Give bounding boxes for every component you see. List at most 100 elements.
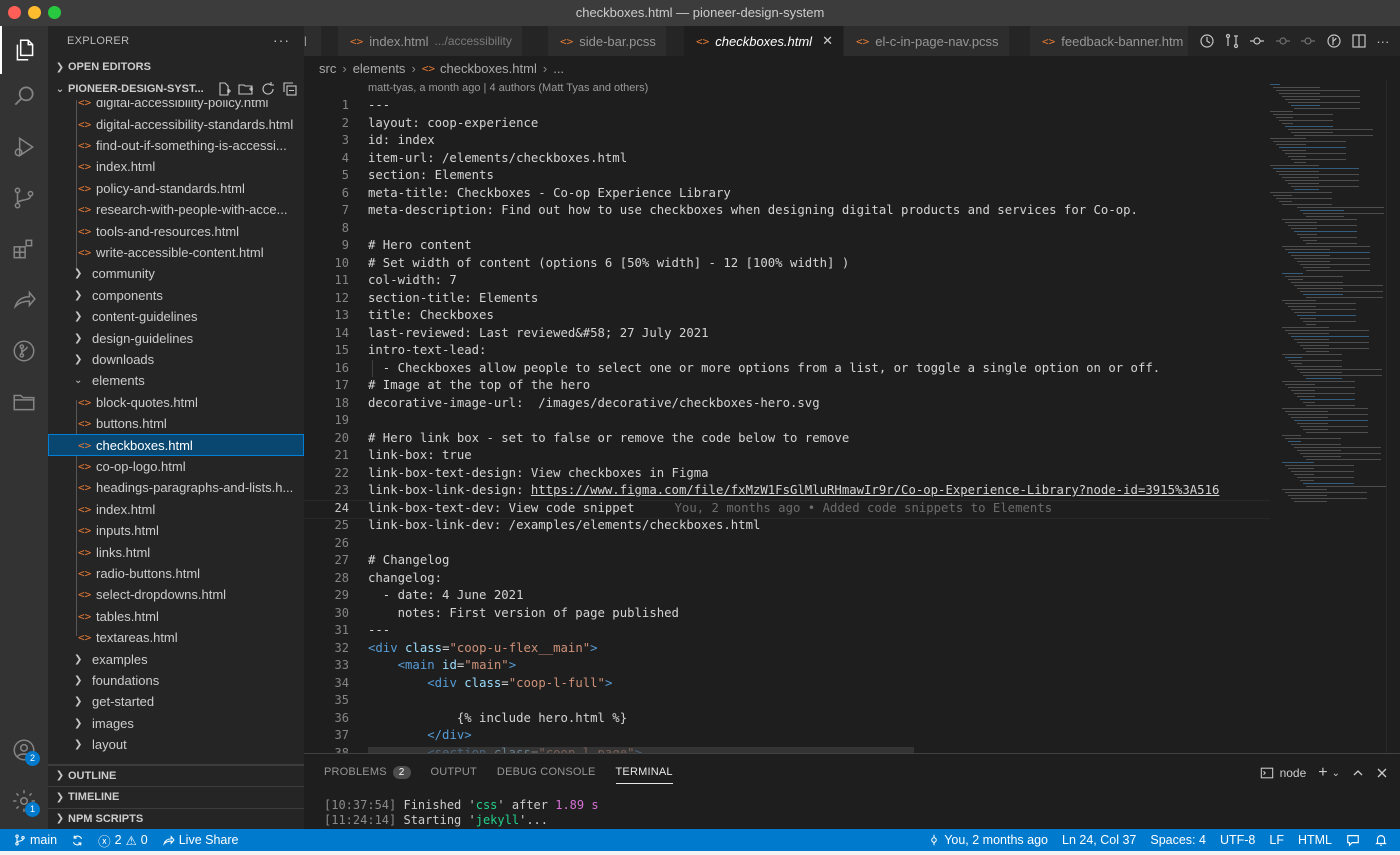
tree-folder-item[interactable]: ❯ foundations: [48, 670, 304, 691]
live-share-button[interactable]: Live Share: [155, 829, 246, 851]
vertical-scrollbar[interactable]: [1386, 80, 1400, 753]
breadcrumb-symbol[interactable]: ...: [553, 61, 564, 76]
tree-folder-item[interactable]: ❯ design-guidelines: [48, 327, 304, 348]
gitlens-toggle-icon[interactable]: [1326, 33, 1342, 49]
new-file-icon[interactable]: [216, 81, 232, 97]
gitlens-icon[interactable]: [0, 327, 48, 375]
tree-file-item[interactable]: <> headings-paragraphs-and-lists.h...: [48, 477, 304, 498]
code-line[interactable]: # Changelog: [368, 552, 1268, 570]
code-line[interactable]: - date: 4 June 2021: [368, 587, 1268, 605]
tree-folder-item[interactable]: ❯ community: [48, 263, 304, 284]
editor-tab[interactable]: <> feedback-banner.htm: [1030, 26, 1195, 56]
code-line[interactable]: # Image at the top of the hero: [368, 377, 1268, 395]
previous-revision-icon[interactable]: [1249, 33, 1265, 49]
settings-gear-icon[interactable]: 1: [0, 777, 48, 825]
outline-section[interactable]: ❯ OUTLINE: [48, 764, 304, 787]
tree-file-item[interactable]: <> textareas.html: [48, 627, 304, 648]
sync-icon[interactable]: [64, 829, 91, 851]
tree-file-item[interactable]: <> tools-and-resources.html: [48, 220, 304, 241]
code-line[interactable]: item-url: /elements/checkboxes.html: [368, 150, 1268, 168]
code-line[interactable]: section-title: Elements: [368, 290, 1268, 308]
tree-folder-item[interactable]: ❯ layout: [48, 734, 304, 755]
code-line[interactable]: last-reviewed: Last reviewed&#58; 27 Jul…: [368, 325, 1268, 343]
code-line[interactable]: layout: coop-experience: [368, 115, 1268, 133]
project-section[interactable]: ⌄ PIONEER-DESIGN-SYST...: [48, 78, 304, 100]
git-blame-status[interactable]: You, 2 months ago: [921, 829, 1055, 851]
commit-icon[interactable]: [1275, 33, 1291, 49]
code-line[interactable]: # Hero content: [368, 237, 1268, 255]
terminal-output[interactable]: [10:37:54] Finished 'css' after 1.89 s [1…: [324, 798, 599, 828]
tree-folder-item[interactable]: ❯ get-started: [48, 691, 304, 712]
compare-changes-icon[interactable]: [1224, 33, 1240, 49]
problems-indicator[interactable]: ⓧ 2 ⚠ 0: [91, 829, 155, 851]
editor-tab[interactable]: <> checkboxes.html ✕: [684, 26, 844, 56]
code-line[interactable]: decorative-image-url: /images/decorative…: [368, 395, 1268, 413]
project-manager-icon[interactable]: [0, 378, 48, 426]
tree-folder-item[interactable]: ❯ images: [48, 713, 304, 734]
code-line[interactable]: link-box: true: [368, 447, 1268, 465]
code-line[interactable]: {% include hero.html %}: [368, 710, 1268, 728]
code-line[interactable]: [368, 535, 1268, 553]
tree-file-item[interactable]: <> digital-accessibility-policy.html: [48, 100, 304, 113]
editor-tab[interactable]: <> el-c-in-page-nav.pcss: [844, 26, 1010, 56]
code-line[interactable]: col-width: 7: [368, 272, 1268, 290]
encoding[interactable]: UTF-8: [1213, 829, 1262, 851]
tree-folder-item[interactable]: ⌄ elements: [48, 370, 304, 391]
code-line[interactable]: # Set width of content (options 6 [50% w…: [368, 255, 1268, 273]
collapse-all-icon[interactable]: [282, 81, 298, 97]
language-mode[interactable]: HTML: [1291, 829, 1339, 851]
notifications-bell-icon[interactable]: [1367, 829, 1400, 851]
tree-folder-item[interactable]: ❯ components: [48, 285, 304, 306]
codelens-authors[interactable]: matt-tyas, a month ago | 4 authors (Matt…: [368, 82, 648, 94]
code-line[interactable]: </div>: [368, 727, 1268, 745]
code-line[interactable]: <div class="coop-u-flex__main">: [368, 640, 1268, 658]
tree-file-item[interactable]: <> block-quotes.html: [48, 392, 304, 413]
tree-folder-item[interactable]: ❯ examples: [48, 648, 304, 669]
code-link[interactable]: https://www.figma.com/file/fxMzW1FsGlMlu…: [531, 483, 1220, 497]
tab-problems[interactable]: PROBLEMS 2: [324, 754, 411, 790]
tree-file-item[interactable]: <> radio-buttons.html: [48, 563, 304, 584]
feedback-icon[interactable]: [1339, 829, 1367, 851]
code-line[interactable]: intro-text-lead:: [368, 342, 1268, 360]
code-line[interactable]: <div class="coop-l-full">: [368, 675, 1268, 693]
code-line[interactable]: # Hero link box - set to false or remove…: [368, 430, 1268, 448]
tree-file-item[interactable]: <> digital-accessibility-standards.html: [48, 113, 304, 134]
editor-tab[interactable]: <> side-bar.pcss: [548, 26, 667, 56]
search-icon[interactable]: [0, 72, 48, 120]
tree-file-item[interactable]: <> index.html: [48, 499, 304, 520]
tree-folder-item[interactable]: ❯patterns: [48, 755, 304, 756]
refresh-icon[interactable]: [260, 81, 276, 97]
code-line[interactable]: <main id="main">: [368, 657, 1268, 675]
tree-file-item[interactable]: <> find-out-if-something-is-accessi...: [48, 135, 304, 156]
code-line[interactable]: changelog:: [368, 570, 1268, 588]
code-editor[interactable]: matt-tyas, a month ago | 4 authors (Matt…: [304, 80, 1400, 753]
tree-folder-item[interactable]: ❯ downloads: [48, 349, 304, 370]
tab-output[interactable]: OUTPUT: [431, 754, 477, 790]
live-share-icon[interactable]: [0, 276, 48, 324]
tree-file-item[interactable]: <> select-dropdowns.html: [48, 584, 304, 605]
cursor-position[interactable]: Ln 24, Col 37: [1055, 829, 1143, 851]
code-line[interactable]: [368, 412, 1268, 430]
explorer-icon[interactable]: [0, 26, 48, 74]
branch-indicator[interactable]: main: [0, 829, 64, 851]
split-editor-icon[interactable]: [1351, 33, 1367, 49]
open-editors-section[interactable]: ❯ OPEN EDITORS: [48, 56, 304, 78]
new-terminal-icon[interactable]: +: [1318, 764, 1327, 782]
history-icon[interactable]: [1199, 33, 1215, 49]
code-line[interactable]: ---: [368, 622, 1268, 640]
breadcrumb-elements[interactable]: elements: [353, 61, 406, 76]
tree-file-item[interactable]: <> links.html: [48, 541, 304, 562]
code-line[interactable]: link-box-text-design: View checkboxes in…: [368, 465, 1268, 483]
chevron-down-icon[interactable]: ⌄: [1332, 768, 1340, 779]
new-folder-icon[interactable]: [238, 81, 254, 97]
code-line[interactable]: meta-title: Checkboxes - Co-op Experienc…: [368, 185, 1268, 203]
tree-file-item[interactable]: <> research-with-people-with-acce...: [48, 199, 304, 220]
breadcrumb-src[interactable]: src: [319, 61, 336, 76]
more-actions-icon[interactable]: ···: [1376, 34, 1389, 49]
tree-file-item[interactable]: <> policy-and-standards.html: [48, 178, 304, 199]
code-line[interactable]: link-box-link-design: https://www.figma.…: [368, 482, 1268, 500]
tab-debug-console[interactable]: DEBUG CONSOLE: [497, 754, 596, 790]
tree-file-item[interactable]: <> index.html: [48, 156, 304, 177]
code-content[interactable]: --- layout: coop-experience id: index item-…: [304, 97, 1270, 753]
source-control-icon[interactable]: [0, 174, 48, 222]
